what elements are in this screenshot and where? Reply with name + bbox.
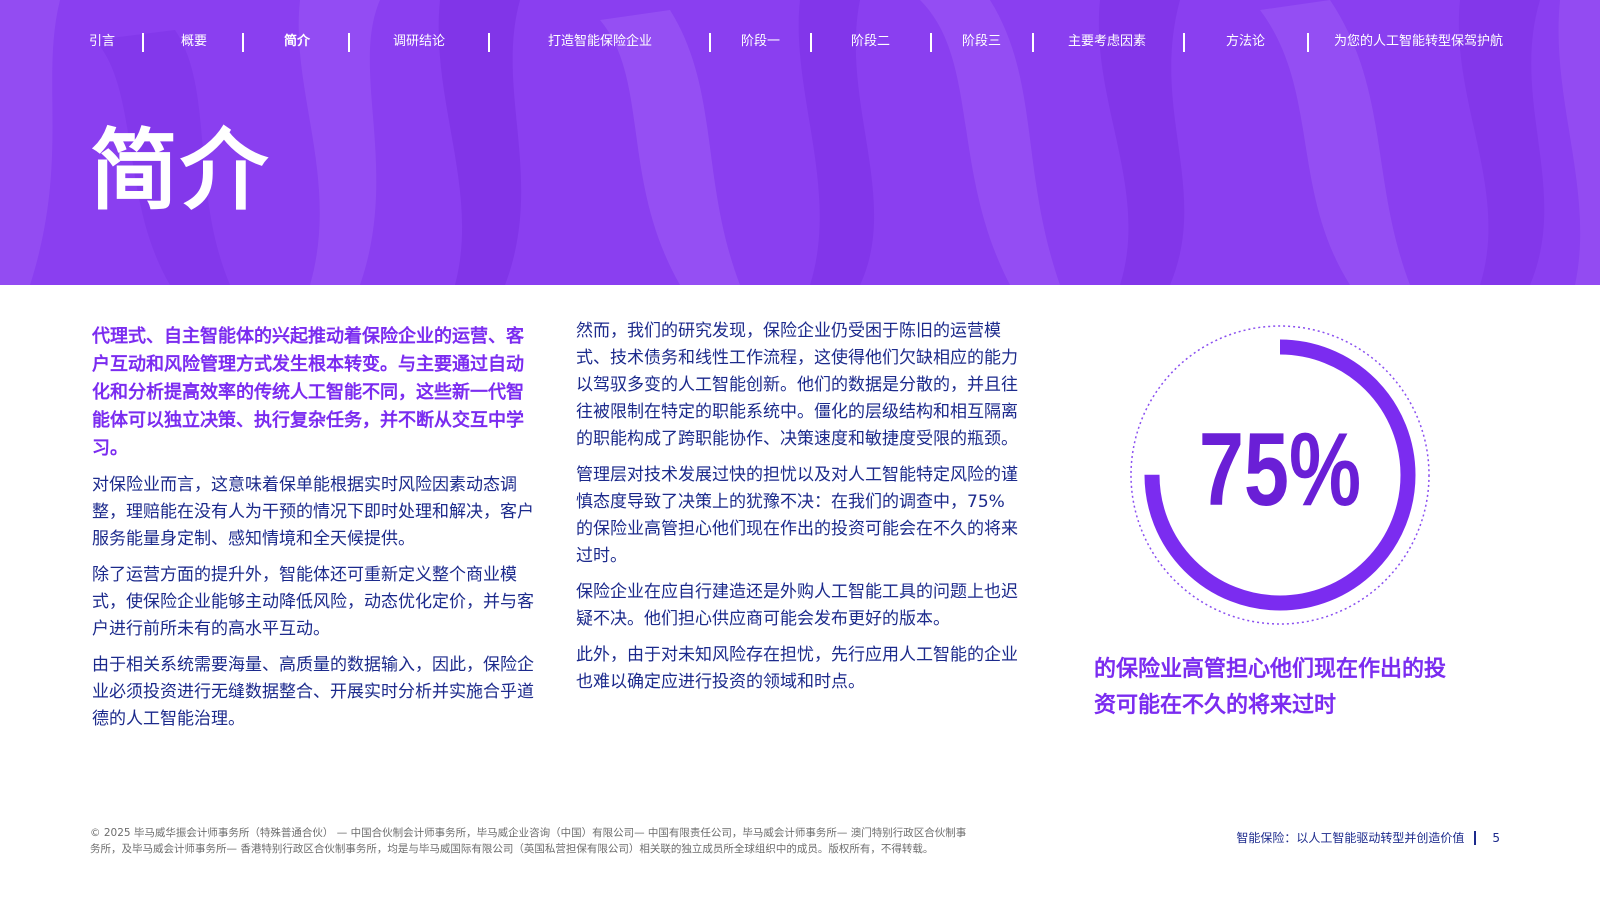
- page-number: 5: [1492, 830, 1500, 845]
- nav-item-intro[interactable]: 引言: [89, 30, 115, 54]
- body-paragraph: 管理层对技术发展过快的担忧以及对人工智能特定风险的谨慎态度导致了决策上的犹豫不决…: [576, 465, 1018, 566]
- top-navigation: 引言 概要 简介 调研结论 打造智能保险企业 阶段一 阶段二 阶段三 主要考虑因…: [0, 30, 1600, 54]
- body-paragraph: 然而，我们的研究发现，保险企业仍受困于陈旧的运营模式、技术债务和线性工作流程，这…: [576, 321, 1018, 449]
- footer-document-info: 智能保险：以人工智能驱动转型并创造价值 5: [1236, 829, 1500, 846]
- page-title: 简介: [90, 119, 271, 222]
- nav-separator: [1307, 33, 1309, 52]
- nav-item-methodology[interactable]: 方法论: [1226, 30, 1265, 54]
- nav-item-key-considerations[interactable]: 主要考虑因素: [1068, 30, 1146, 54]
- body-paragraph: 保险企业在应自行建造还是外购人工智能工具的问题上也迟疑不决。他们担心供应商可能会…: [576, 582, 1018, 629]
- body-paragraph: 对保险业而言，这意味着保单能根据实时风险因素动态调整，理赔能在没有人为干预的情况…: [92, 475, 534, 549]
- nav-item-build-intelligent-insurer[interactable]: 打造智能保险企业: [548, 30, 652, 54]
- nav-item-phase-two[interactable]: 阶段二: [851, 30, 890, 54]
- footer-legal-notice: © 2025 毕马威华振会计师事务所（特殊普通合伙） — 中国合伙制会计师事务所…: [90, 827, 967, 855]
- stat-caption: 的保险业高管担心他们现在作出的投资可能在不久的将来过时: [1094, 657, 1447, 718]
- nav-separator: [488, 33, 490, 52]
- body-paragraph: 由于相关系统需要海量、高质量的数据输入，因此，保险企业必须投资进行无缝数据整合、…: [92, 655, 534, 729]
- stat-value: 75%: [1198, 412, 1362, 528]
- body-paragraph: 除了运营方面的提升外，智能体还可重新定义整个商业模式，使保险企业能够主动降低风险…: [92, 565, 534, 639]
- nav-separator: [242, 33, 244, 52]
- nav-separator: [348, 33, 350, 52]
- footer-separator: [1474, 830, 1477, 845]
- nav-item-introduction[interactable]: 简介: [284, 30, 310, 54]
- nav-separator: [1183, 33, 1185, 52]
- body-paragraph: 此外，由于对未知风险存在担忧，先行应用人工智能的企业也难以确定应进行投资的领域和…: [576, 645, 1018, 692]
- nav-separator: [810, 33, 812, 52]
- text-column-middle: 然而，我们的研究发现，保险企业仍受困于陈旧的运营模式、技术债务和线性工作流程，这…: [576, 318, 1021, 705]
- hero-banner: 引言 概要 简介 调研结论 打造智能保险企业 阶段一 阶段二 阶段三 主要考虑因…: [0, 0, 1600, 285]
- nav-item-phase-one[interactable]: 阶段一: [741, 30, 780, 54]
- nav-separator: [930, 33, 932, 52]
- nav-item-research-findings[interactable]: 调研结论: [393, 30, 445, 54]
- lead-paragraph: 代理式、自主智能体的兴起推动着保险企业的运营、客户互动和风险管理方式发生根本转变…: [92, 326, 524, 459]
- nav-separator: [709, 33, 711, 52]
- text-column-left: 代理式、自主智能体的兴起推动着保险企业的运营、客户互动和风险管理方式发生根本转变…: [92, 323, 537, 742]
- nav-separator: [142, 33, 144, 52]
- nav-separator: [1032, 33, 1034, 52]
- nav-item-ai-transformation-support[interactable]: 为您的人工智能转型保驾护航: [1334, 30, 1503, 54]
- footer-document-title: 智能保险：以人工智能驱动转型并创造价值: [1236, 831, 1465, 845]
- nav-item-overview[interactable]: 概要: [181, 30, 207, 54]
- nav-item-phase-three[interactable]: 阶段三: [962, 30, 1001, 54]
